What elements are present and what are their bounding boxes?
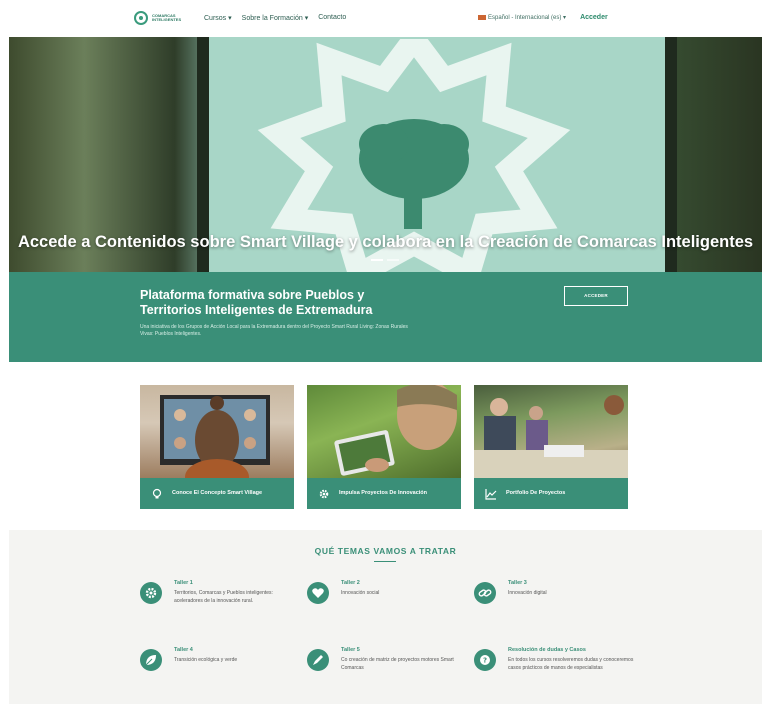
topic-desc: Co creación de matriz de proyectos motor… bbox=[341, 657, 454, 671]
login-link[interactable]: Acceder bbox=[580, 14, 608, 21]
slider-dot-1[interactable] bbox=[371, 259, 383, 261]
hero-slider-indicators bbox=[371, 259, 399, 261]
chart-line-icon bbox=[485, 488, 497, 500]
logo-mark-icon bbox=[134, 11, 148, 25]
topic-title: Resolución de dudas y Casos bbox=[508, 647, 586, 653]
top-navbar: COMARCAS INTELIGENTES Cursos ▾ Sobre la … bbox=[0, 0, 762, 36]
hero-title: Accede a Contenidos sobre Smart Village … bbox=[17, 233, 754, 251]
hero-slider: Accede a Contenidos sobre Smart Village … bbox=[9, 37, 762, 274]
topic-title: Taller 3 bbox=[508, 580, 527, 586]
card-label: Portfolio De Proyectos bbox=[506, 490, 566, 497]
svg-text:?: ? bbox=[483, 657, 487, 665]
card-bar: Conoce El Concepto Smart Village bbox=[140, 478, 294, 509]
access-button[interactable]: ACCEDER bbox=[564, 286, 628, 306]
flag-icon bbox=[478, 14, 486, 20]
intro-banner: Plataforma formativa sobre Pueblos y Ter… bbox=[9, 272, 762, 362]
topic-title: Taller 2 bbox=[341, 580, 360, 586]
card-proyectos-innovacion[interactable]: Impulsa Proyectos De Innovación bbox=[307, 385, 461, 509]
language-selector[interactable]: Español - Internacional (es) ▾ bbox=[478, 14, 566, 21]
heart-icon bbox=[307, 582, 329, 604]
topics-section: QUÉ TEMAS VAMOS A TRATAR Taller 1 Territ… bbox=[9, 530, 762, 704]
nav-link-sobre-formacion[interactable]: Sobre la Formación ▾ bbox=[242, 14, 309, 22]
slider-dot-2[interactable] bbox=[387, 259, 399, 261]
site-logo[interactable]: COMARCAS INTELIGENTES bbox=[134, 11, 186, 25]
gear-icon bbox=[318, 488, 330, 500]
card-image-meeting bbox=[474, 385, 628, 480]
nav-link-contacto[interactable]: Contacto bbox=[318, 14, 346, 22]
topic-title: Taller 1 bbox=[174, 580, 193, 586]
feature-cards: Conoce El Concepto Smart Village Impulsa… bbox=[140, 385, 630, 510]
topic-desc: Innovación digital bbox=[508, 590, 547, 596]
card-label: Conoce El Concepto Smart Village bbox=[172, 490, 263, 497]
topic-title: Taller 5 bbox=[341, 647, 360, 653]
card-portfolio[interactable]: Portfolio De Proyectos bbox=[474, 385, 628, 509]
topics-heading: QUÉ TEMAS VAMOS A TRATAR bbox=[314, 546, 457, 556]
banner-description: Una iniciativa de los Grupos de Acción L… bbox=[140, 324, 408, 337]
card-image-videocall bbox=[140, 385, 294, 495]
link-icon bbox=[474, 582, 496, 604]
topic-desc: En todos los cursos resolveremos dudas y… bbox=[508, 657, 634, 671]
pen-icon bbox=[307, 649, 329, 671]
card-label: Impulsa Proyectos De Innovación bbox=[339, 490, 428, 497]
nav-links: Cursos ▾ Sobre la Formación ▾ Contacto bbox=[204, 14, 346, 22]
card-smart-village[interactable]: Conoce El Concepto Smart Village bbox=[140, 385, 294, 509]
question-icon: ? bbox=[474, 649, 496, 671]
topic-desc: Innovación social bbox=[341, 590, 380, 596]
gear-icon bbox=[140, 582, 162, 604]
topic-desc: Transición ecológica y verde bbox=[174, 657, 238, 663]
topic-title: Taller 4 bbox=[174, 647, 193, 653]
card-image-tablet-field bbox=[307, 385, 461, 480]
topic-desc: Territorios, Comarcas y Pueblos intelige… bbox=[174, 590, 273, 604]
heading-underline bbox=[374, 561, 396, 562]
lightbulb-icon bbox=[151, 488, 163, 500]
banner-title: Plataforma formativa sobre Pueblos y Ter… bbox=[140, 288, 373, 317]
card-bar: Portfolio De Proyectos bbox=[474, 478, 628, 509]
leaf-icon bbox=[140, 649, 162, 671]
nav-link-cursos[interactable]: Cursos ▾ bbox=[204, 14, 232, 22]
nav-right: Español - Internacional (es) ▾ Acceder bbox=[478, 14, 608, 21]
logo-text: COMARCAS INTELIGENTES bbox=[152, 13, 182, 22]
card-bar: Impulsa Proyectos De Innovación bbox=[307, 478, 461, 509]
